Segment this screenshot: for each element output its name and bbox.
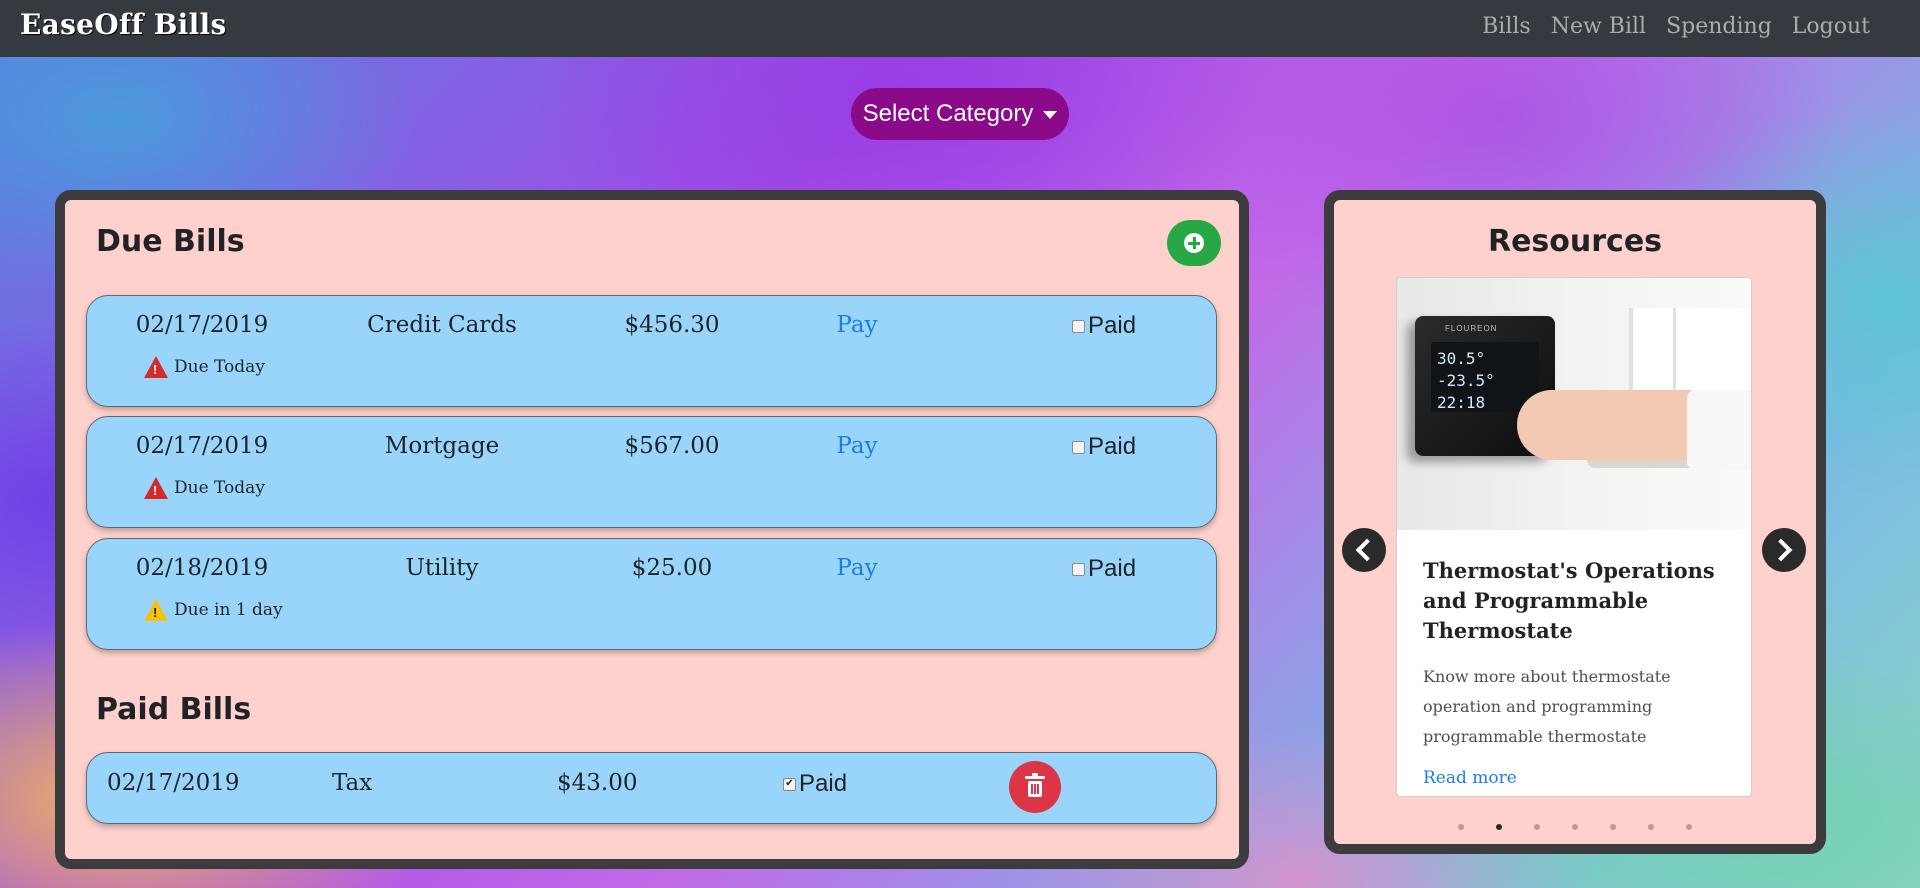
bill-date: 02/17/2019	[107, 770, 240, 796]
carousel-prev-button[interactable]	[1342, 528, 1386, 572]
paid-checkbox[interactable]	[1072, 562, 1085, 576]
pay-link[interactable]: Pay	[787, 433, 927, 459]
chevron-right-icon	[1769, 538, 1793, 562]
bill-amount: $567.00	[624, 433, 720, 459]
carousel-dot[interactable]	[1610, 824, 1616, 830]
nav-link-spending[interactable]: Spending	[1666, 14, 1772, 39]
pay-link[interactable]: Pay	[787, 555, 927, 581]
carousel-dot[interactable]	[1534, 824, 1540, 830]
carousel-dot[interactable]	[1648, 824, 1654, 830]
due-bill-card: 02/18/2019 Utility $25.00 Pay Paid ! Due…	[86, 538, 1217, 650]
bill-category: Credit Cards	[367, 312, 517, 338]
bill-category: Tax	[332, 770, 373, 796]
resources-title: Resources	[1487, 224, 1663, 259]
bill-date: 02/17/2019	[135, 312, 269, 338]
resource-heading: Thermostat's Operations and Programmable…	[1423, 558, 1715, 643]
thermostat-time: 22:18	[1437, 393, 1486, 412]
paid-label: Paid	[1088, 433, 1137, 460]
paid-checkbox-group: ✔ Paid	[783, 770, 847, 798]
trash-icon	[1025, 773, 1045, 797]
nav-link-bills[interactable]: Bills	[1482, 14, 1531, 39]
bill-amount: $456.30	[624, 312, 720, 338]
warning-triangle-icon: !	[144, 599, 168, 621]
caret-down-icon	[1043, 111, 1058, 119]
thermostat-temp: 30.5° -23.5°	[1437, 349, 1495, 390]
nav-link-new-bill[interactable]: New Bill	[1551, 14, 1646, 39]
select-category-dropdown[interactable]: Select Category	[851, 88, 1069, 140]
paid-checkbox-group: Paid	[1072, 433, 1136, 461]
sleeve-graphic	[1687, 390, 1751, 470]
brand-logo[interactable]: EaseOff Bills	[20, 8, 227, 41]
resource-body: Thermostat's Operations and Programmable…	[1423, 556, 1733, 788]
paid-checkbox[interactable]: ✔	[783, 777, 796, 791]
nav-links: Bills New Bill Spending Logout	[1482, 14, 1870, 39]
paid-bills-title: Paid Bills	[96, 692, 252, 727]
due-status: ! Due Today	[144, 477, 265, 499]
carousel-dot[interactable]	[1572, 824, 1578, 830]
paid-label: Paid	[1088, 312, 1137, 339]
due-bill-card: 02/17/2019 Mortgage $567.00 Pay Paid ! D…	[86, 416, 1217, 528]
due-status-text: Due Today	[174, 478, 265, 498]
due-status: ! Due Today	[144, 356, 265, 378]
plus-circle-icon	[1184, 233, 1204, 253]
bill-date: 02/18/2019	[135, 555, 269, 581]
navbar: EaseOff Bills Bills New Bill Spending Lo…	[0, 0, 1920, 57]
delete-bill-button[interactable]	[1009, 761, 1061, 813]
resources-panel: Resources FLOUREON 30.5° -23.5° 22:18 Th…	[1324, 190, 1826, 854]
carousel-dot-active[interactable]	[1496, 824, 1502, 830]
carousel-indicators	[1334, 824, 1816, 830]
resource-card: FLOUREON 30.5° -23.5° 22:18 Thermostat's…	[1396, 277, 1752, 797]
pay-link[interactable]: Pay	[787, 312, 927, 338]
thermostat-brand: FLOUREON	[1445, 324, 1498, 333]
resource-text: Know more about thermostate operation an…	[1423, 667, 1671, 746]
due-status-text: Due Today	[174, 357, 265, 377]
paid-label: Paid	[1088, 555, 1137, 582]
paid-checkbox-group: Paid	[1072, 312, 1136, 340]
due-status-text: Due in 1 day	[174, 600, 283, 620]
bill-category: Utility	[405, 555, 479, 581]
paid-checkbox[interactable]	[1072, 440, 1085, 454]
bill-amount: $43.00	[557, 770, 638, 796]
due-bill-card: 02/17/2019 Credit Cards $456.30 Pay Paid…	[86, 295, 1217, 407]
select-category-label: Select Category	[862, 100, 1034, 127]
warning-triangle-icon: !	[144, 477, 168, 499]
due-bills-title: Due Bills	[96, 224, 245, 259]
add-bill-button[interactable]	[1167, 220, 1221, 266]
carousel-dot[interactable]	[1686, 824, 1692, 830]
warning-triangle-icon: !	[144, 356, 168, 378]
resource-image: FLOUREON 30.5° -23.5° 22:18	[1397, 278, 1751, 530]
due-status: ! Due in 1 day	[144, 599, 283, 621]
read-more-link[interactable]: Read more	[1423, 768, 1733, 788]
bill-amount: $25.00	[631, 555, 713, 581]
carousel-dot[interactable]	[1458, 824, 1464, 830]
thermostat-screen: 30.5° -23.5° 22:18	[1431, 342, 1539, 412]
bill-category: Mortgage	[384, 433, 500, 459]
paid-checkbox-group: Paid	[1072, 555, 1136, 583]
carousel-next-button[interactable]	[1762, 528, 1806, 572]
nav-link-logout[interactable]: Logout	[1792, 14, 1870, 39]
paid-checkbox[interactable]	[1072, 319, 1085, 333]
chevron-left-icon	[1355, 538, 1379, 562]
bill-date: 02/17/2019	[135, 433, 269, 459]
paid-label: Paid	[799, 770, 848, 797]
paid-bill-card: 02/17/2019 Tax $43.00 ✔ Paid	[86, 752, 1217, 824]
bills-panel: Due Bills 02/17/2019 Credit Cards $456.3…	[55, 190, 1249, 869]
